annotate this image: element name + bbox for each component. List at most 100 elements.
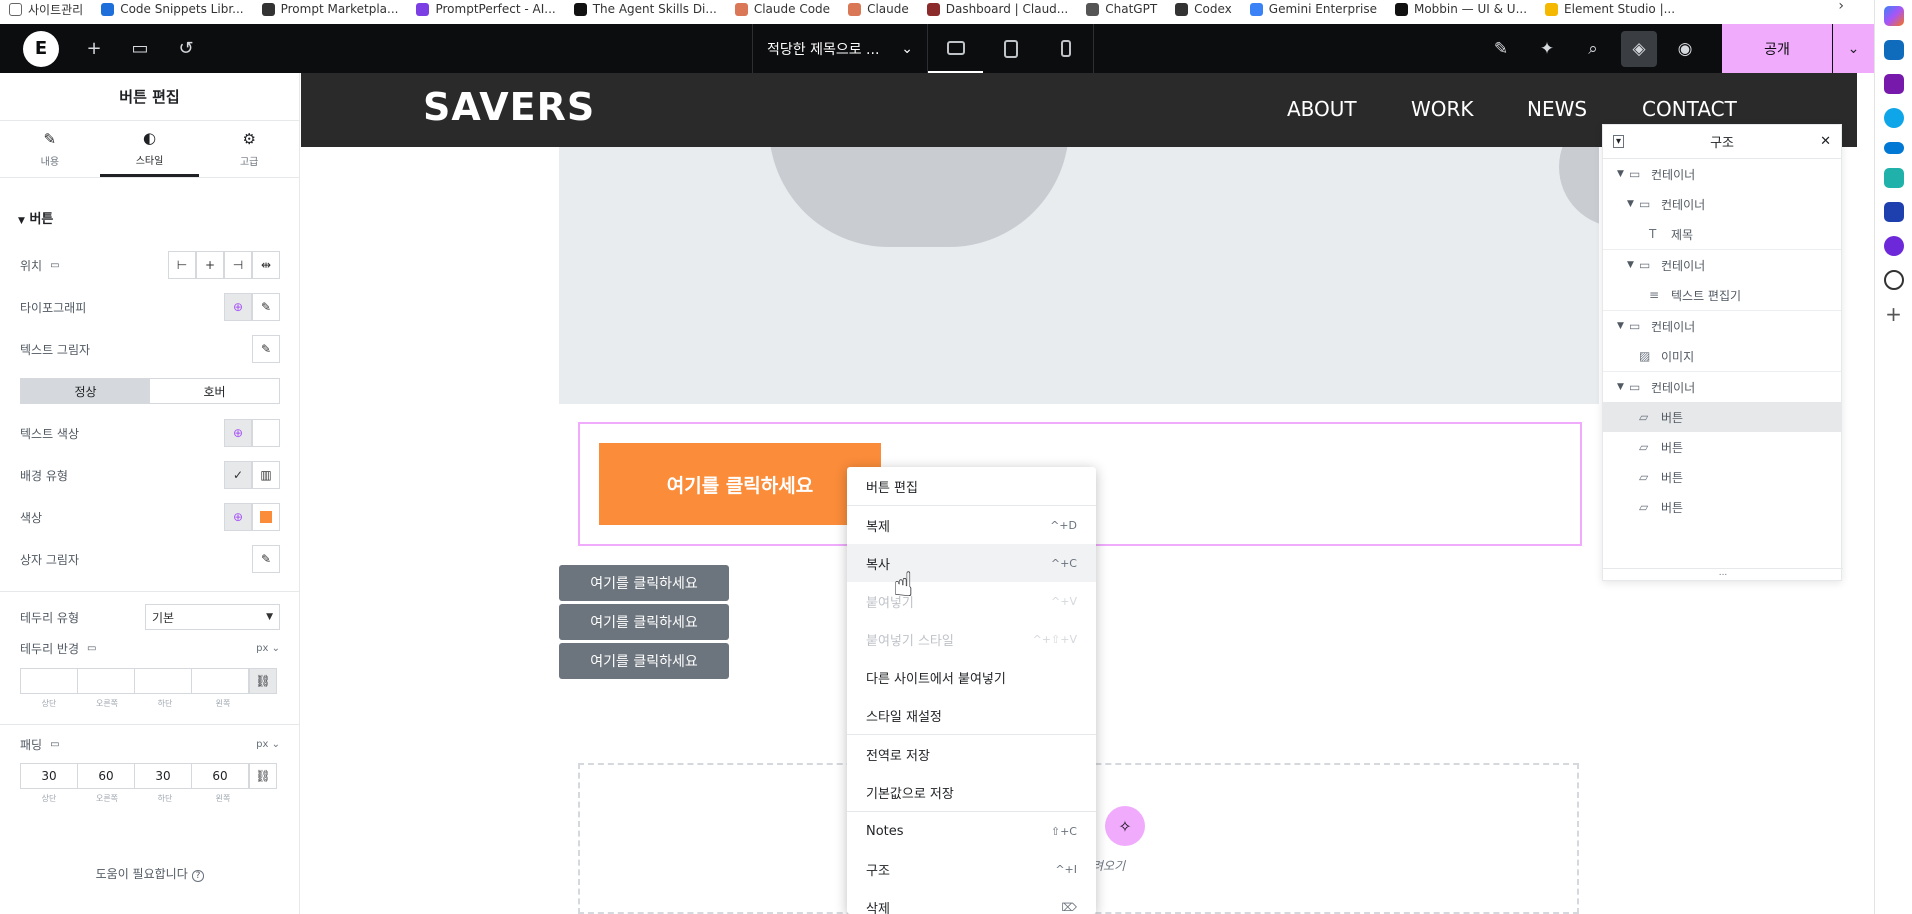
tab-content[interactable]: ✎ 내용 [0, 121, 100, 177]
edit-typography-icon[interactable]: ✎ [252, 293, 280, 321]
navigator-item[interactable]: ▼ ▭ 컨테이너 [1603, 189, 1841, 219]
help-link[interactable]: 도움이 필요합니다 ? [0, 865, 300, 882]
site-settings-icon[interactable]: ✎ [1478, 24, 1524, 73]
context-menu-item[interactable]: 전역로 저장 [847, 735, 1096, 773]
context-menu-item[interactable]: 버튼 편집 [847, 467, 1096, 505]
preview-eye-icon[interactable]: ◉ [1662, 24, 1708, 73]
state-normal-tab[interactable]: 정상 [21, 379, 150, 403]
link-values-icon[interactable]: ⛓ [249, 763, 277, 789]
padding-bottom-input[interactable]: 30 [134, 763, 192, 789]
bookmark-item[interactable]: Element Studio |... [1536, 0, 1684, 18]
integrations-icon[interactable]: ✦ [1524, 24, 1570, 73]
history-icon[interactable]: ↺ [163, 38, 209, 59]
navigator-item[interactable]: ≡ 텍스트 편집기 [1603, 280, 1841, 310]
bookmark-item[interactable]: 사이트관리 [0, 0, 92, 18]
radius-bottom-input[interactable] [134, 668, 192, 694]
bookmark-item[interactable]: PromptPerfect - AI... [407, 0, 564, 18]
tab-advanced[interactable]: ⚙ 고급 [199, 121, 299, 177]
add-sidebar-icon[interactable]: + [1885, 304, 1902, 324]
link-values-icon[interactable]: ⛓ [249, 668, 277, 694]
desktop-device-button[interactable] [928, 24, 983, 73]
radius-left-input[interactable] [191, 668, 249, 694]
document-title-dropdown[interactable]: 적당한 제목으로 ... ⌄ [752, 24, 928, 73]
global-color-icon-2[interactable]: ⊕ [224, 503, 252, 531]
global-color-icon[interactable]: ⊕ [224, 419, 252, 447]
copilot-icon[interactable] [1883, 6, 1904, 26]
padding-right-input[interactable]: 60 [77, 763, 135, 789]
radius-right-input[interactable] [77, 668, 135, 694]
search-icon[interactable]: ⌕ [1570, 24, 1616, 73]
secondary-button-3[interactable]: 여기를 클릭하세요 [559, 643, 729, 679]
publish-options-chevron-icon[interactable]: ⌄ [1833, 24, 1874, 73]
context-menu-item[interactable]: 기본값으로 저장 [847, 773, 1096, 811]
expand-caret-icon[interactable]: ▼ [1617, 169, 1629, 179]
bookmark-item[interactable]: Gemini Enterprise [1241, 0, 1386, 18]
context-menu-item[interactable]: 구조 ^+I [847, 850, 1096, 888]
align-center-icon[interactable]: + [196, 251, 224, 279]
close-icon[interactable]: ✕ [1820, 134, 1831, 149]
bookmark-item[interactable]: Code Snippets Libr... [92, 0, 252, 18]
nav-link-news[interactable]: NEWS [1527, 97, 1587, 121]
context-menu-item[interactable]: 스타일 재설정 [847, 696, 1096, 734]
bookmark-item[interactable]: Dashboard | Claud... [918, 0, 1078, 18]
onenote-icon[interactable] [1883, 74, 1904, 94]
context-menu-item[interactable]: 다른 사이트에서 붙여넣기 [847, 658, 1096, 696]
context-menu-item[interactable]: Notes ⇧+C [847, 812, 1096, 850]
context-menu-item[interactable]: 삭제 ⌦ [847, 888, 1096, 914]
secondary-button-2[interactable]: 여기를 클릭하세요 [559, 604, 729, 640]
navigator-item[interactable]: ▼ ▭ 컨테이너 [1603, 159, 1841, 189]
border-type-select[interactable]: 기본 ▼ [145, 604, 280, 630]
bookmark-item[interactable]: Codex [1166, 0, 1241, 18]
gradient-icon[interactable]: ▥ [252, 461, 280, 489]
expand-caret-icon[interactable]: ▼ [1627, 199, 1639, 209]
primary-cta-button[interactable]: 여기를 클릭하세요 [599, 443, 881, 525]
navigator-item[interactable]: ▼ ▭ 컨테이너 [1603, 311, 1841, 341]
bing-icon[interactable] [1883, 168, 1904, 188]
ai-sparkle-icon[interactable]: ✧ [1105, 806, 1145, 846]
site-brand[interactable]: SAVERS [423, 85, 595, 129]
secondary-button-1[interactable]: 여기를 클릭하세요 [559, 565, 729, 601]
bookmark-item[interactable]: Claude [839, 0, 918, 18]
outlook-icon[interactable] [1883, 40, 1904, 60]
hero-image[interactable] [559, 147, 1599, 404]
navigator-item[interactable]: ▱ 버튼 [1603, 492, 1841, 522]
align-stretch-icon[interactable]: ⇹ [252, 251, 280, 279]
tablet-device-button[interactable] [983, 24, 1038, 73]
text-color-swatch[interactable] [252, 419, 280, 447]
color-swatch[interactable] [252, 503, 280, 531]
bookmark-item[interactable]: The Agent Skills Di... [565, 0, 726, 18]
navigator-item[interactable]: ▼ ▭ 컨테이너 [1603, 250, 1841, 280]
add-element-icon[interactable]: + [71, 38, 117, 59]
mobile-device-button[interactable] [1038, 24, 1093, 73]
collapse-all-icon[interactable]: ▾ [1613, 135, 1625, 148]
app-icon[interactable] [1883, 202, 1904, 222]
structure-layers-icon[interactable]: ◈ [1621, 30, 1657, 67]
unit-select[interactable]: px ⌄ [256, 739, 280, 750]
page-settings-icon[interactable]: ▭ [117, 38, 163, 59]
navigator-item[interactable]: ▱ 버튼 [1603, 462, 1841, 492]
context-menu-item[interactable]: 복제 ^+D [847, 506, 1096, 544]
edit-box-shadow-icon[interactable]: ✎ [252, 545, 280, 573]
align-start-icon[interactable]: ⊢ [168, 251, 196, 279]
context-menu-item[interactable]: 복사 ^+C [847, 544, 1096, 582]
bookmark-item[interactable]: Prompt Marketpla... [253, 0, 408, 18]
edge-icon[interactable] [1883, 108, 1904, 128]
nav-link-work[interactable]: WORK [1411, 97, 1474, 121]
global-typography-icon[interactable]: ⊕ [224, 293, 252, 321]
padding-left-input[interactable]: 60 [191, 763, 249, 789]
publish-button[interactable]: 공개 [1722, 24, 1832, 73]
navigator-item[interactable]: ▱ 버튼 [1603, 432, 1841, 462]
chatgpt-icon[interactable] [1883, 270, 1904, 290]
navigator-item[interactable]: ▨ 이미지 [1603, 341, 1841, 371]
navigator-item[interactable]: T 제목 [1603, 219, 1841, 249]
nav-link-contact[interactable]: CONTACT [1642, 97, 1737, 121]
onedrive-icon[interactable] [1883, 142, 1904, 154]
elementor-logo-icon[interactable]: E [23, 30, 59, 67]
bookmark-item[interactable]: Mobbin — UI & U... [1386, 0, 1536, 18]
tab-style[interactable]: ◐ 스타일 [99, 121, 200, 177]
padding-top-input[interactable]: 30 [20, 763, 78, 789]
align-end-icon[interactable]: ⊣ [224, 251, 252, 279]
section-button-toggle[interactable]: ▼ 버튼 [18, 208, 53, 227]
expand-caret-icon[interactable]: ▼ [1627, 260, 1639, 270]
radius-top-input[interactable] [20, 668, 78, 694]
